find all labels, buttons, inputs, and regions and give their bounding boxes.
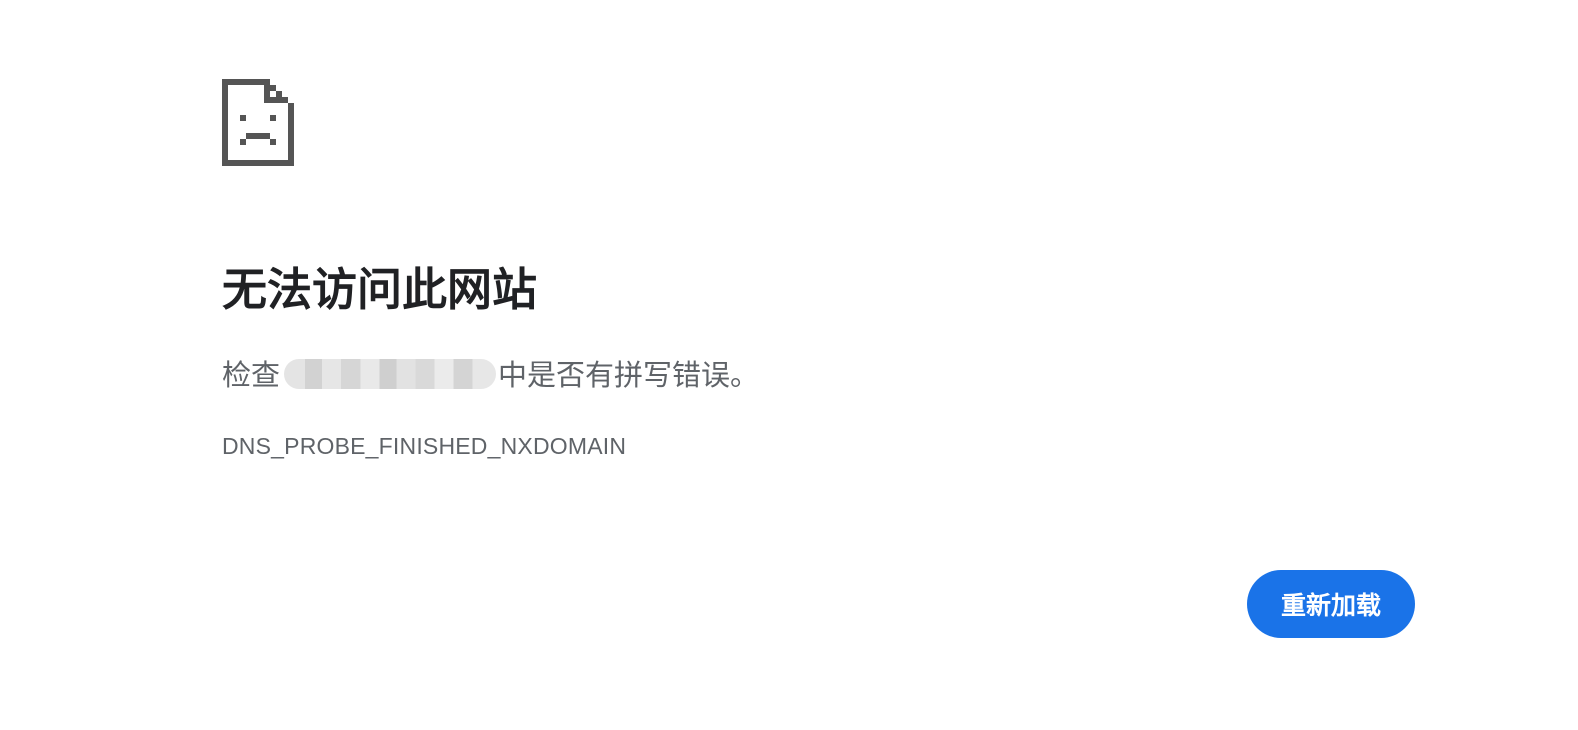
reload-button[interactable]: 重新加载 (1247, 570, 1415, 638)
message-suffix: 中是否有拼写错误。 (498, 358, 760, 392)
error-title: 无法访问此网站 (222, 263, 538, 316)
redacted-domain (284, 359, 497, 389)
error-code: DNS_PROBE_FINISHED_NXDOMAIN (222, 433, 627, 459)
sad-page-icon (222, 79, 294, 166)
error-page: 无法访问此网站 检查 中是否有拼写错误。 DNS_PROBE_FINISHED_N… (0, 0, 1578, 730)
message-prefix: 检查 (222, 358, 281, 392)
error-message: 检查 中是否有拼写错误。 (222, 355, 759, 395)
